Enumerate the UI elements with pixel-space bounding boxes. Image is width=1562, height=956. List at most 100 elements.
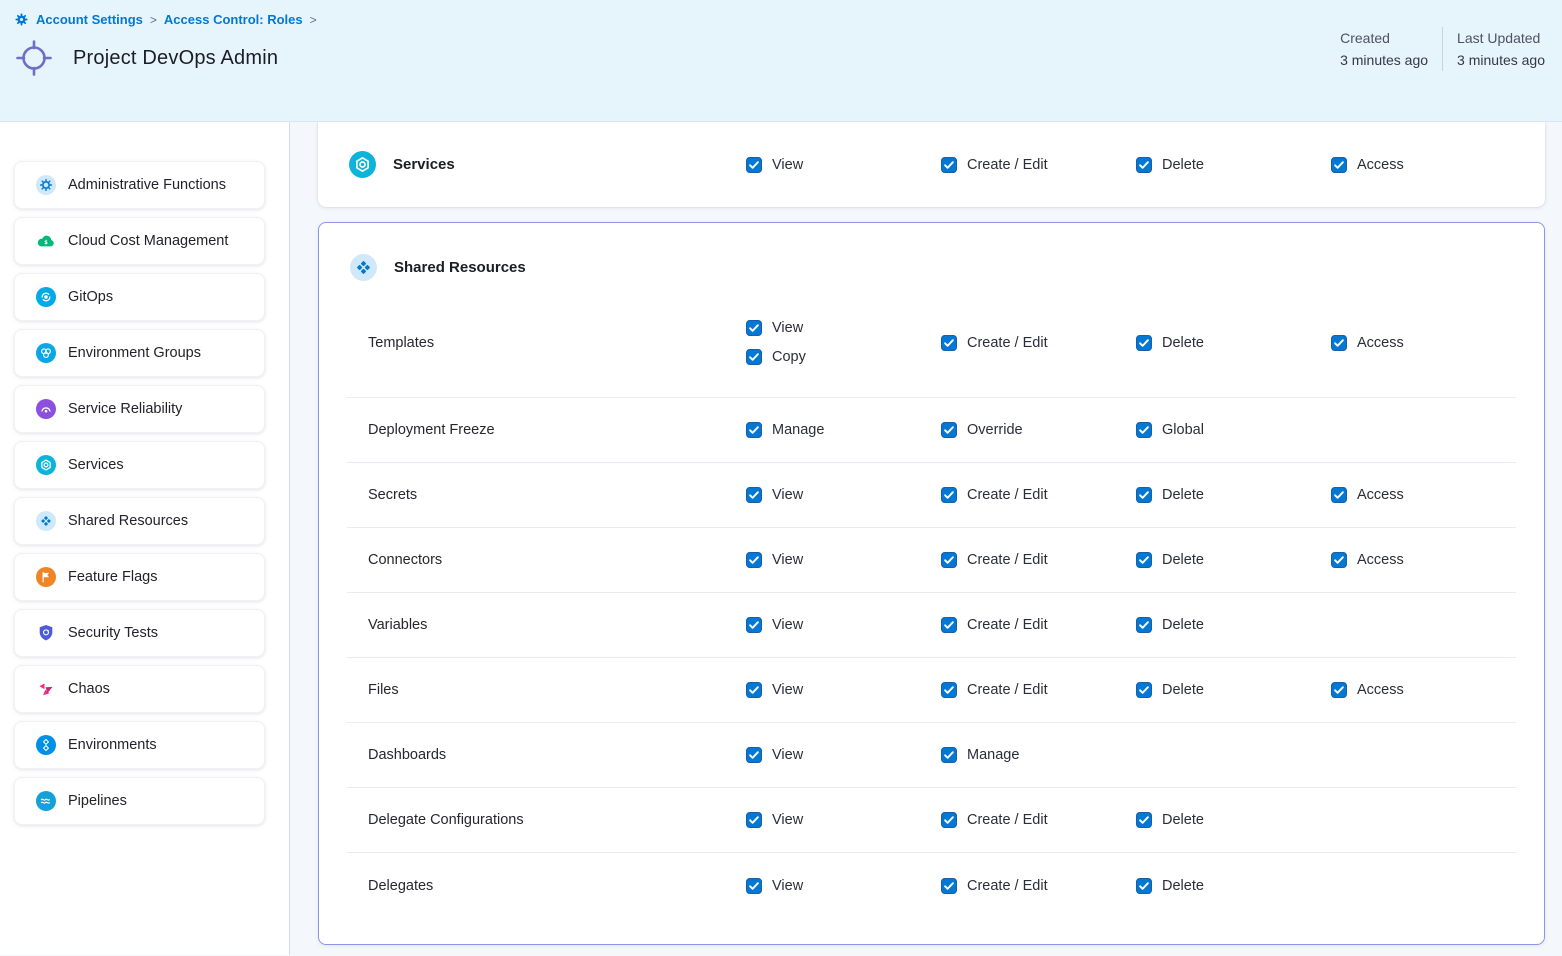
checkbox-checked-icon[interactable] <box>746 617 762 633</box>
permission-delete[interactable]: Delete <box>1136 878 1331 894</box>
permission-create-edit[interactable]: Create / Edit <box>941 157 1136 173</box>
checkbox-checked-icon[interactable] <box>1331 682 1347 698</box>
checkbox-checked-icon[interactable] <box>746 487 762 503</box>
sidebar-item-security-tests[interactable]: Security Tests <box>14 609 265 657</box>
checkbox-checked-icon[interactable] <box>941 878 957 894</box>
permission-create-edit[interactable]: Create / Edit <box>941 335 1136 351</box>
permission-view[interactable]: View <box>746 157 941 173</box>
permission-access[interactable]: Access <box>1331 335 1516 351</box>
permission-label: Manage <box>772 422 824 438</box>
sidebar-item-gitops[interactable]: GitOps <box>14 273 265 321</box>
checkbox-checked-icon[interactable] <box>746 878 762 894</box>
sidebar-item-service-reliability[interactable]: Service Reliability <box>14 385 265 433</box>
permission-column: Create / Edit <box>941 487 1136 503</box>
checkbox-checked-icon[interactable] <box>1136 422 1152 438</box>
checkbox-checked-icon[interactable] <box>746 320 762 336</box>
permission-delete[interactable]: Delete <box>1136 682 1331 698</box>
checkbox-checked-icon[interactable] <box>1136 812 1152 828</box>
checkbox-checked-icon[interactable] <box>1136 157 1152 173</box>
checkbox-checked-icon[interactable] <box>941 617 957 633</box>
permission-create-edit[interactable]: Create / Edit <box>941 682 1136 698</box>
permission-view[interactable]: View <box>746 682 941 698</box>
checkbox-checked-icon[interactable] <box>746 682 762 698</box>
checkbox-checked-icon[interactable] <box>1136 878 1152 894</box>
permission-label: Delete <box>1162 812 1204 828</box>
checkbox-checked-icon[interactable] <box>941 552 957 568</box>
permission-label: Create / Edit <box>967 617 1048 633</box>
permission-access[interactable]: Access <box>1331 487 1516 503</box>
permission-view[interactable]: View <box>746 747 941 763</box>
permission-row-templates: TemplatesViewCopyCreate / EditDeleteAcce… <box>347 288 1516 398</box>
sidebar-item-cloud-cost-management[interactable]: $Cloud Cost Management <box>14 217 265 265</box>
permission-row-delegate-configurations: Delegate ConfigurationsViewCreate / Edit… <box>347 788 1516 853</box>
permission-view[interactable]: View <box>746 487 941 503</box>
checkbox-checked-icon[interactable] <box>746 747 762 763</box>
permission-delete[interactable]: Delete <box>1136 487 1331 503</box>
sidebar-item-chaos[interactable]: Chaos <box>14 665 265 713</box>
checkbox-checked-icon[interactable] <box>941 422 957 438</box>
checkbox-checked-icon[interactable] <box>941 682 957 698</box>
sidebar-item-label: Service Reliability <box>68 401 182 417</box>
permission-copy[interactable]: Copy <box>746 349 941 365</box>
checkbox-checked-icon[interactable] <box>941 157 957 173</box>
permission-create-edit[interactable]: Create / Edit <box>941 552 1136 568</box>
permission-override[interactable]: Override <box>941 422 1136 438</box>
gitops-icon <box>36 287 56 307</box>
permission-delete[interactable]: Delete <box>1136 617 1331 633</box>
checkbox-checked-icon[interactable] <box>1136 617 1152 633</box>
sidebar-item-environment-groups[interactable]: Environment Groups <box>14 329 265 377</box>
sidebar-item-services[interactable]: Services <box>14 441 265 489</box>
permission-global[interactable]: Global <box>1136 422 1331 438</box>
checkbox-checked-icon[interactable] <box>746 157 762 173</box>
permission-delete[interactable]: Delete <box>1136 157 1331 173</box>
permission-delete[interactable]: Delete <box>1136 552 1331 568</box>
sidebar-item-pipelines[interactable]: Pipelines <box>14 777 265 825</box>
permission-view[interactable]: View <box>746 812 941 828</box>
checkbox-checked-icon[interactable] <box>746 422 762 438</box>
checkbox-checked-icon[interactable] <box>1331 552 1347 568</box>
permission-access[interactable]: Access <box>1331 552 1516 568</box>
permission-column: View <box>746 157 941 173</box>
checkbox-checked-icon[interactable] <box>746 552 762 568</box>
checkbox-checked-icon[interactable] <box>941 812 957 828</box>
permission-manage[interactable]: Manage <box>941 747 1136 763</box>
permission-create-edit[interactable]: Create / Edit <box>941 487 1136 503</box>
permission-delete[interactable]: Delete <box>1136 335 1331 351</box>
sidebar-item-shared-resources[interactable]: Shared Resources <box>14 497 265 545</box>
checkbox-checked-icon[interactable] <box>941 487 957 503</box>
breadcrumb-access-control-roles[interactable]: Access Control: Roles <box>164 12 303 27</box>
permission-view[interactable]: View <box>746 320 941 336</box>
permission-row-connectors: ConnectorsViewCreate / EditDeleteAccess <box>347 528 1516 593</box>
permission-column: Access <box>1331 487 1516 503</box>
checkbox-checked-icon[interactable] <box>746 812 762 828</box>
checkbox-checked-icon[interactable] <box>1136 552 1152 568</box>
checkbox-checked-icon[interactable] <box>1331 335 1347 351</box>
resource-label: Deployment Freeze <box>368 422 746 438</box>
checkbox-checked-icon[interactable] <box>746 349 762 365</box>
permission-view[interactable]: View <box>746 617 941 633</box>
sidebar-item-feature-flags[interactable]: Feature Flags <box>14 553 265 601</box>
permission-access[interactable]: Access <box>1331 682 1516 698</box>
permission-view[interactable]: View <box>746 878 941 894</box>
sidebar-item-administrative-functions[interactable]: Administrative Functions <box>14 161 265 209</box>
checkbox-checked-icon[interactable] <box>1136 682 1152 698</box>
sidebar-item-environments[interactable]: Environments <box>14 721 265 769</box>
permission-delete[interactable]: Delete <box>1136 812 1331 828</box>
permission-access[interactable]: Access <box>1331 157 1526 173</box>
sidebar-item-label: Security Tests <box>68 625 158 641</box>
permission-manage[interactable]: Manage <box>746 422 941 438</box>
checkbox-checked-icon[interactable] <box>1331 157 1347 173</box>
permission-create-edit[interactable]: Create / Edit <box>941 878 1136 894</box>
checkbox-checked-icon[interactable] <box>1331 487 1347 503</box>
title-row: Project DevOps Admin <box>14 38 1545 78</box>
shared-resources-permissions-card: Shared Resources TemplatesViewCopyCreate… <box>318 222 1545 945</box>
checkbox-checked-icon[interactable] <box>941 747 957 763</box>
created-label: Created <box>1340 27 1428 49</box>
permission-create-edit[interactable]: Create / Edit <box>941 617 1136 633</box>
permission-create-edit[interactable]: Create / Edit <box>941 812 1136 828</box>
checkbox-checked-icon[interactable] <box>1136 335 1152 351</box>
checkbox-checked-icon[interactable] <box>941 335 957 351</box>
breadcrumb-account-settings[interactable]: Account Settings <box>36 12 143 27</box>
checkbox-checked-icon[interactable] <box>1136 487 1152 503</box>
permission-view[interactable]: View <box>746 552 941 568</box>
